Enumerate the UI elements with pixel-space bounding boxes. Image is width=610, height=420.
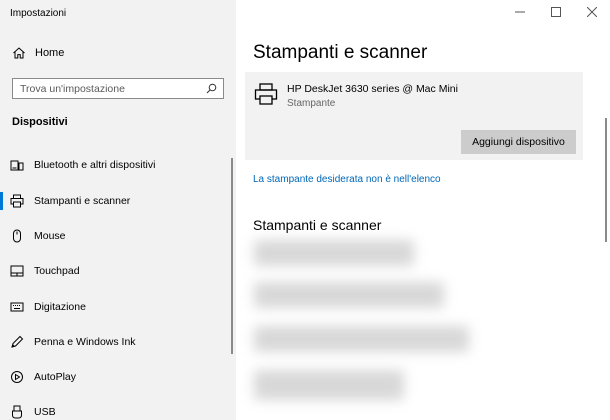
bluetooth-devices-icon [10,160,24,171]
maximize-button[interactable] [538,0,574,24]
sidebar-item-label: Digitazione [34,301,86,313]
sidebar-item-usb[interactable]: USB [0,398,236,420]
page-title: Stampanti e scanner [253,42,428,63]
usb-icon [12,405,22,419]
sidebar-scrollbar[interactable] [231,158,233,354]
autoplay-icon [11,371,23,383]
sidebar-item-autoplay[interactable]: AutoPlay [0,363,236,391]
printer-name: HP DeskJet 3630 series @ Mac Mini [287,83,458,95]
blurred-list-item [254,240,414,266]
search-input[interactable] [20,81,200,96]
home-label: Home [35,47,65,59]
mouse-icon [13,229,21,243]
main-scrollbar[interactable] [605,118,607,242]
blurred-list-item [254,370,404,400]
keyboard-icon [10,302,24,312]
maximize-icon [551,7,561,17]
touchpad-icon [10,265,24,277]
section-title-devices: Dispositivi [12,116,68,128]
home-nav-item[interactable]: Home [0,44,236,64]
printer-icon [254,83,278,105]
sidebar: Impostazioni Home Dispositivi Bluetooth … [0,0,236,420]
blurred-list-item [254,326,469,352]
sidebar-item-label: Mouse [34,230,66,242]
selection-indicator [0,192,3,210]
minimize-button[interactable] [502,0,538,24]
pen-icon [11,335,24,348]
sidebar-item-label: Penna e Windows Ink [34,336,136,348]
blurred-printer-list [254,236,484,416]
search-icon[interactable] [206,83,217,94]
blurred-list-item [254,282,444,308]
app-title: Impostazioni [10,8,67,19]
sidebar-item-label: AutoPlay [34,371,77,383]
sidebar-item-pen[interactable]: Penna e Windows Ink [0,328,236,356]
sidebar-item-typing[interactable]: Digitazione [0,293,236,321]
sidebar-item-bluetooth[interactable]: Bluetooth e altri dispositivi [0,151,236,179]
sidebar-item-printers[interactable]: Stampanti e scanner [0,187,236,215]
section-title-printers: Stampanti e scanner [253,217,382,233]
close-icon [587,7,597,17]
sidebar-item-label: Bluetooth e altri dispositivi [34,159,156,171]
settings-search-box[interactable] [12,78,224,99]
home-icon [13,47,25,59]
printer-status: Stampante [287,98,336,109]
add-device-button[interactable]: Aggiungi dispositivo [461,130,576,154]
sidebar-item-mouse[interactable]: Mouse [0,222,236,250]
printer-card[interactable]: HP DeskJet 3630 series @ Mac Mini Stampa… [245,72,583,160]
window-controls [502,0,610,24]
close-button[interactable] [574,0,610,24]
sidebar-item-touchpad[interactable]: Touchpad [0,257,236,285]
printer-not-listed-link[interactable]: La stampante desiderata non è nell'elenc… [253,174,441,185]
sidebar-item-label: USB [34,406,56,418]
minimize-icon [515,11,525,13]
sidebar-item-label: Stampanti e scanner [34,195,131,207]
printer-icon [10,194,24,208]
sidebar-item-label: Touchpad [34,265,80,277]
